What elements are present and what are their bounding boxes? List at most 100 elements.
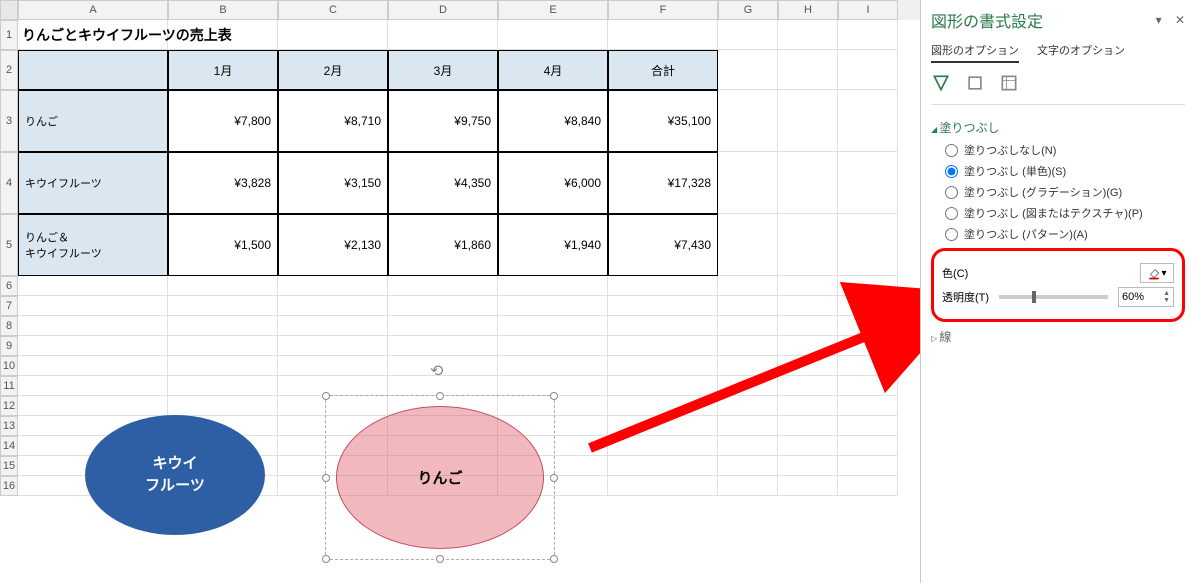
cell-H5[interactable] (778, 214, 838, 276)
cell-F6[interactable] (608, 276, 718, 296)
cell-F4[interactable]: ¥17,328 (608, 152, 718, 214)
cell-I15[interactable] (838, 456, 898, 476)
cell-F12[interactable] (608, 396, 718, 416)
transparency-spinner[interactable]: 60% ▲▼ (1118, 287, 1174, 307)
cell-I11[interactable] (838, 376, 898, 396)
cell-F9[interactable] (608, 336, 718, 356)
cell-H2[interactable] (778, 50, 838, 90)
cell-A7[interactable] (18, 296, 168, 316)
cell-F2[interactable]: 合計 (608, 50, 718, 90)
cell-H14[interactable] (778, 436, 838, 456)
cell-G16[interactable] (718, 476, 778, 496)
cell-B2[interactable]: 1月 (168, 50, 278, 90)
cell-C5[interactable]: ¥2,130 (278, 214, 388, 276)
cell-I4[interactable] (838, 152, 898, 214)
row-header-9[interactable]: 9 (0, 336, 18, 356)
col-header-H[interactable]: H (778, 0, 838, 20)
cell-E3[interactable]: ¥8,840 (498, 90, 608, 152)
cell-I14[interactable] (838, 436, 898, 456)
cell-F15[interactable] (608, 456, 718, 476)
shape-oval-kiwi[interactable]: キウイ フルーツ (85, 415, 265, 535)
row-header-3[interactable]: 3 (0, 90, 18, 152)
fill-radio-4[interactable]: 塗りつぶし (パターン)(A) (945, 226, 1185, 242)
pane-dropdown-icon[interactable]: ▾ (1156, 13, 1162, 27)
cell-E7[interactable] (498, 296, 608, 316)
cell-F16[interactable] (608, 476, 718, 496)
cell-C6[interactable] (278, 276, 388, 296)
cell-A3[interactable]: りんご (18, 90, 168, 152)
cell-C7[interactable] (278, 296, 388, 316)
cell-C2[interactable]: 2月 (278, 50, 388, 90)
cell-D2[interactable]: 3月 (388, 50, 498, 90)
fill-radio-1[interactable]: 塗りつぶし (単色)(S) (945, 163, 1185, 179)
resize-handle-sw[interactable] (322, 555, 330, 563)
resize-handle-e[interactable] (550, 474, 558, 482)
cell-I16[interactable] (838, 476, 898, 496)
cell-D8[interactable] (388, 316, 498, 336)
cell-I10[interactable] (838, 356, 898, 376)
section-line[interactable]: 線 (931, 328, 1185, 345)
select-all-corner[interactable] (0, 0, 18, 20)
fill-radio-input-1[interactable] (945, 165, 958, 178)
cell-E8[interactable] (498, 316, 608, 336)
effects-icon[interactable] (965, 73, 985, 96)
cell-C11[interactable] (278, 376, 388, 396)
cell-G8[interactable] (718, 316, 778, 336)
cell-H7[interactable] (778, 296, 838, 316)
cell-G3[interactable] (718, 90, 778, 152)
cell-C10[interactable] (278, 356, 388, 376)
cell-H16[interactable] (778, 476, 838, 496)
row-header-2[interactable]: 2 (0, 50, 18, 90)
row-header-8[interactable]: 8 (0, 316, 18, 336)
row-header-12[interactable]: 12 (0, 396, 18, 416)
cell-G12[interactable] (718, 396, 778, 416)
cell-E2[interactable]: 4月 (498, 50, 608, 90)
cell-G10[interactable] (718, 356, 778, 376)
cell-I13[interactable] (838, 416, 898, 436)
row-header-13[interactable]: 13 (0, 416, 18, 436)
row-header-4[interactable]: 4 (0, 152, 18, 214)
col-header-F[interactable]: F (608, 0, 718, 20)
fill-radio-input-3[interactable] (945, 207, 958, 220)
cell-H1[interactable] (778, 20, 838, 50)
cell-B4[interactable]: ¥3,828 (168, 152, 278, 214)
cell-A1[interactable]: りんごとキウイフルーツの売上表 (18, 20, 168, 50)
fill-radio-3[interactable]: 塗りつぶし (図またはテクスチャ)(P) (945, 205, 1185, 221)
cell-I6[interactable] (838, 276, 898, 296)
col-header-B[interactable]: B (168, 0, 278, 20)
color-picker-button[interactable]: ▾ (1140, 263, 1174, 283)
col-header-E[interactable]: E (498, 0, 608, 20)
fill-radio-input-4[interactable] (945, 228, 958, 241)
size-props-icon[interactable] (999, 73, 1019, 96)
cell-C9[interactable] (278, 336, 388, 356)
row-header-14[interactable]: 14 (0, 436, 18, 456)
cell-F14[interactable] (608, 436, 718, 456)
cell-B10[interactable] (168, 356, 278, 376)
fill-radio-input-2[interactable] (945, 186, 958, 199)
cell-A8[interactable] (18, 316, 168, 336)
resize-handle-s[interactable] (436, 555, 444, 563)
cell-I1[interactable] (838, 20, 898, 50)
resize-handle-se[interactable] (550, 555, 558, 563)
cell-D1[interactable] (388, 20, 498, 50)
cell-D9[interactable] (388, 336, 498, 356)
col-header-G[interactable]: G (718, 0, 778, 20)
col-header-I[interactable]: I (838, 0, 898, 20)
cell-D5[interactable]: ¥1,860 (388, 214, 498, 276)
cell-A9[interactable] (18, 336, 168, 356)
cell-C4[interactable]: ¥3,150 (278, 152, 388, 214)
cell-G5[interactable] (718, 214, 778, 276)
cell-A10[interactable] (18, 356, 168, 376)
cell-H11[interactable] (778, 376, 838, 396)
cell-A11[interactable] (18, 376, 168, 396)
pane-close-icon[interactable]: ✕ (1175, 13, 1185, 27)
rotate-handle-icon[interactable]: ⟲ (430, 361, 450, 381)
cell-H9[interactable] (778, 336, 838, 356)
slider-thumb[interactable] (1032, 291, 1036, 303)
cell-H4[interactable] (778, 152, 838, 214)
cell-I7[interactable] (838, 296, 898, 316)
cell-A12[interactable] (18, 396, 168, 416)
cell-H13[interactable] (778, 416, 838, 436)
resize-handle-n[interactable] (436, 392, 444, 400)
fill-radio-input-0[interactable] (945, 144, 958, 157)
